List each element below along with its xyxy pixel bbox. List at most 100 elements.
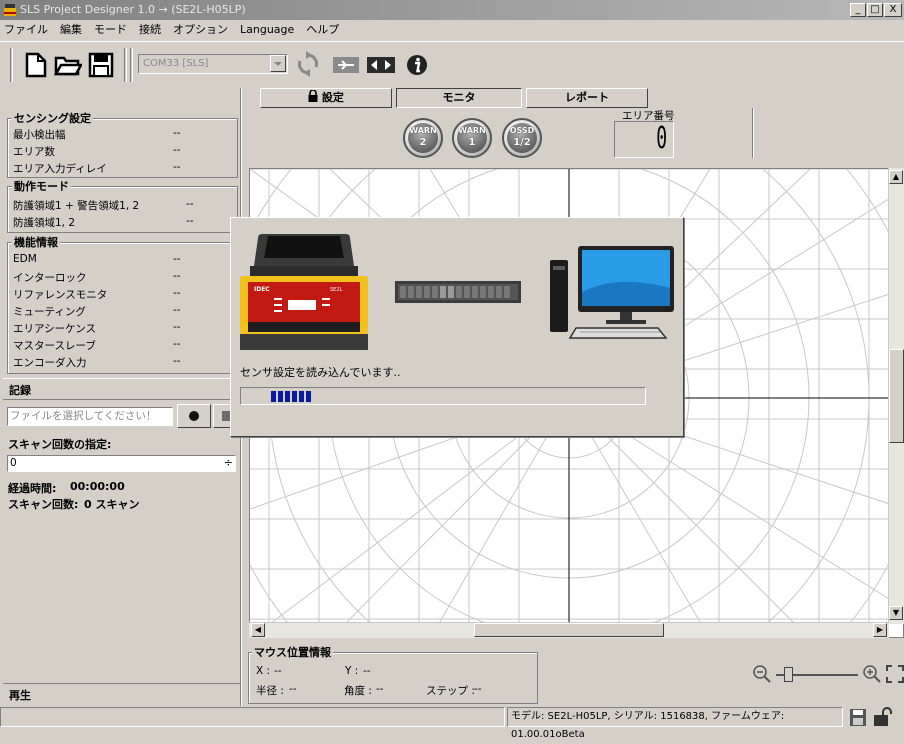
toolbar-divider <box>0 41 904 42</box>
new-file-icon[interactable] <box>24 52 48 78</box>
record-file-placeholder: ファイルを選択してください！ <box>10 410 157 422</box>
scroll-right-button[interactable]: ▶ <box>873 623 887 637</box>
area-number-value: 0 <box>656 121 667 156</box>
warn-2-indicator: WARN 2 <box>403 118 443 158</box>
device-info-text: モデル: SE2L-H05LP, シリアル: 1516838, ファームウェア:… <box>511 711 785 740</box>
unlock-icon[interactable] <box>872 707 894 727</box>
toolbar-grip <box>10 48 13 82</box>
record-dot-icon <box>189 411 199 421</box>
progress-block <box>299 391 304 402</box>
feature-row-label: EDM <box>13 253 37 265</box>
zoom-slider-thumb[interactable] <box>784 667 794 682</box>
menu-language[interactable]: Language <box>234 20 300 40</box>
mode-row-label: 防護領域1 + 警告領域1, 2 <box>13 200 140 212</box>
playback-header: 再生 <box>3 683 240 705</box>
mouse-y-value: -- <box>363 665 371 677</box>
menu-file[interactable]: ファイル <box>0 20 54 40</box>
warn-1-top: WARN <box>458 126 486 135</box>
feature-row-label: エリアシーケンス <box>13 323 97 335</box>
lock-icon <box>308 89 318 102</box>
scroll-down-button[interactable]: ▼ <box>889 606 903 620</box>
open-folder-icon[interactable] <box>54 54 82 76</box>
header-divider <box>752 108 754 158</box>
elapsed-time-value: 00:00:00 <box>70 480 125 493</box>
menu-help[interactable]: ヘルプ <box>300 20 345 40</box>
mouse-angle-label: 角度 : <box>344 685 372 697</box>
spinner-icon[interactable]: ÷ <box>224 455 233 470</box>
menu-mode[interactable]: モード <box>88 20 133 40</box>
tab-report[interactable]: レポート <box>526 88 648 108</box>
toolbar-separator <box>124 48 127 82</box>
tab-monitor-label: モニタ <box>442 91 476 104</box>
vertical-scroll-thumb[interactable] <box>889 349 904 443</box>
scroll-left-button[interactable]: ◀ <box>251 623 265 637</box>
record-file-input[interactable]: ファイルを選択してください！ <box>7 407 173 426</box>
port-select-value: COM33 [SLS] <box>143 58 209 69</box>
warn-1-bottom: 1 <box>468 137 476 148</box>
progress-block <box>271 391 276 402</box>
save-icon[interactable] <box>88 52 114 78</box>
fit-to-screen-icon[interactable] <box>886 665 904 683</box>
ossd-indicator: OSSD 1/2 <box>502 118 542 158</box>
record-button[interactable] <box>177 404 211 428</box>
feature-row-label: インターロック <box>13 272 87 284</box>
operating-mode-title: 動作モード <box>12 178 71 194</box>
mouse-x-value: -- <box>274 665 282 677</box>
transfer-animation <box>395 281 521 303</box>
menu-connect[interactable]: 接続 <box>133 20 167 40</box>
mouse-info-title: マウス位置情報 <box>252 644 333 660</box>
elapsed-time-label: 経過時間: <box>8 482 57 495</box>
scan-count-input[interactable]: 0 ÷ <box>7 455 236 472</box>
info-icon[interactable] <box>406 54 428 76</box>
sensing-row-value: -- <box>173 127 181 139</box>
window-title: SLS Project Designer 1.0 → (SE2L-H05LP) <box>20 3 246 16</box>
record-title: 記録 <box>9 384 31 397</box>
sensing-row-label: エリア入力ディレイ <box>13 163 107 175</box>
zoom-in-icon[interactable] <box>862 664 882 684</box>
mode-row-value: -- <box>186 215 194 227</box>
refresh-icon[interactable] <box>296 51 320 77</box>
feature-row-label: マスタースレーブ <box>13 340 96 352</box>
chevron-down-icon <box>274 62 282 66</box>
mode-row-label: 防護領域1, 2 <box>13 217 76 229</box>
sensing-row-value: -- <box>173 144 181 156</box>
close-button[interactable]: X <box>884 3 902 17</box>
maximize-button[interactable]: □ <box>867 3 883 17</box>
feature-row-value: -- <box>173 355 181 367</box>
feature-row-label: ミューティング <box>13 306 86 318</box>
progress-block <box>285 391 290 402</box>
save-device-icon[interactable] <box>849 708 867 727</box>
sensing-row-label: 最小検出幅 <box>13 129 66 141</box>
port-select[interactable]: COM33 [SLS] <box>138 54 288 74</box>
area-number-display: 0 <box>614 121 674 158</box>
menu-edit[interactable]: 編集 <box>54 20 88 40</box>
app-icon <box>4 4 16 16</box>
menu-options[interactable]: オプション <box>167 20 234 40</box>
horizontal-scroll-thumb[interactable] <box>474 623 664 637</box>
port-dropdown-button[interactable] <box>270 55 286 72</box>
zoom-out-icon[interactable] <box>752 664 772 684</box>
scan-count-value: 0 <box>10 457 17 469</box>
warn-2-top: WARN <box>409 126 437 135</box>
scroll-up-button[interactable]: ▲ <box>889 170 903 184</box>
dialog-message: センサ設定を読み込んでいます.. <box>240 366 401 379</box>
warn-1-indicator: WARN 1 <box>452 118 492 158</box>
feature-row-value: -- <box>173 287 181 299</box>
minimize-button[interactable]: _ <box>850 3 866 17</box>
progress-block <box>306 391 311 402</box>
connect-icon[interactable] <box>332 55 360 75</box>
feature-row-value: -- <box>173 253 181 265</box>
title-bar: SLS Project Designer 1.0 → (SE2L-H05LP) <box>0 0 904 20</box>
statusbar-empty-panel <box>0 707 505 727</box>
sensor-model: SE2L <box>330 287 343 293</box>
statusbar-device-info: モデル: SE2L-H05LP, シリアル: 1516838, ファームウェア:… <box>507 707 843 740</box>
scans-label: スキャン回数: <box>8 498 79 511</box>
tab-settings-label: 設定 <box>321 91 344 104</box>
mouse-angle-value: -- <box>376 683 384 695</box>
mouse-y-label: Y : <box>345 665 359 677</box>
tab-settings[interactable]: 設定 <box>260 88 392 108</box>
transfer-icon[interactable] <box>366 55 396 75</box>
tab-monitor[interactable]: モニタ <box>396 88 522 108</box>
feature-row-label: エンコーダ入力 <box>13 357 87 369</box>
sensor-brand: IDEC <box>254 286 270 293</box>
